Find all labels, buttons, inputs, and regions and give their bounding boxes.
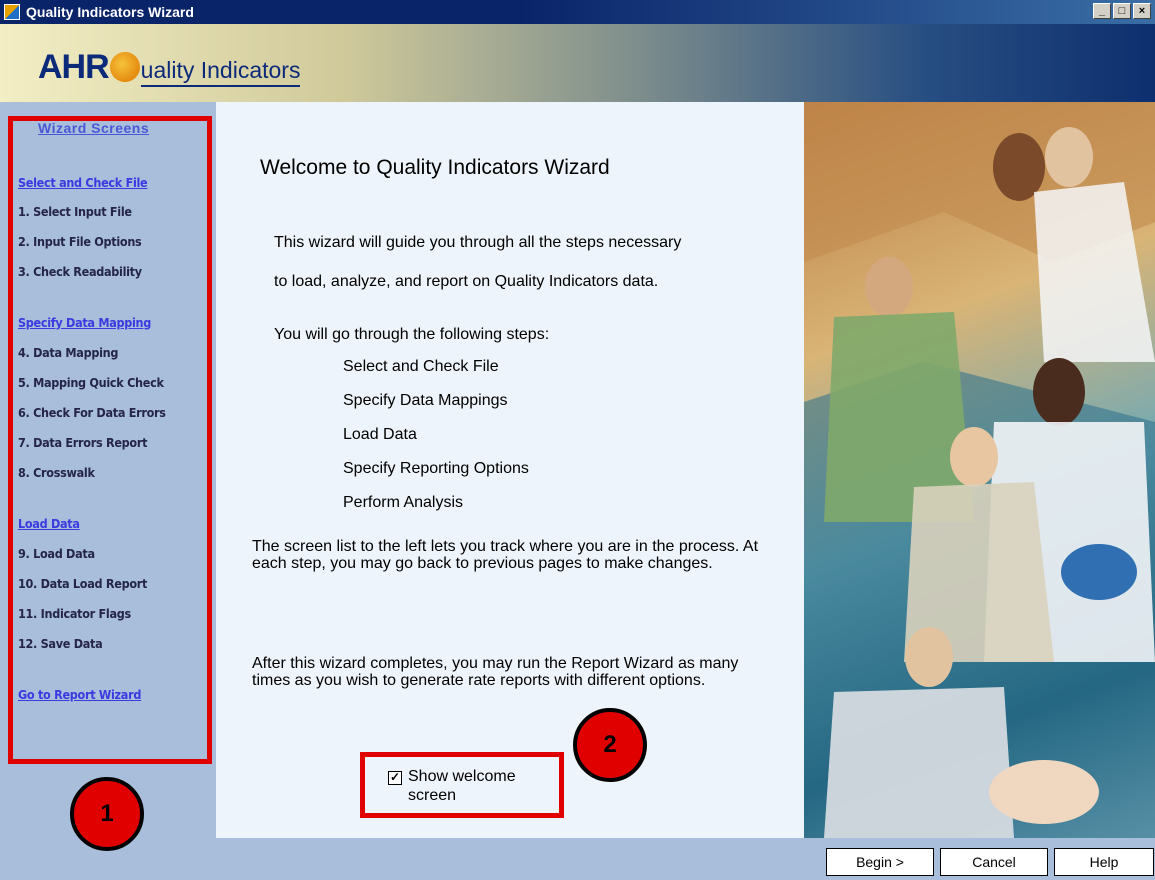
window-title: Quality Indicators Wizard [26, 4, 194, 20]
step-item: Load Data [343, 426, 417, 443]
help-button[interactable]: Help [1054, 848, 1154, 876]
logo-prefix: AHR [38, 48, 110, 86]
logo-q-icon [109, 52, 140, 82]
window-controls: _ □ × [1093, 3, 1151, 19]
step-item: Specify Reporting Options [343, 460, 529, 477]
maximize-button[interactable]: □ [1113, 3, 1131, 19]
report-wizard-text: After this wizard completes, you may run… [252, 655, 739, 689]
header-banner: AHR uality Indicators [0, 24, 1155, 102]
welcome-panel: Welcome to Quality Indicators Wizard Thi… [216, 102, 804, 838]
track-progress-text: The screen list to the left lets you tra… [252, 538, 759, 572]
callout-number-2: 2 [573, 708, 647, 782]
callout-number-1: 1 [70, 777, 144, 851]
minimize-button[interactable]: _ [1093, 3, 1111, 19]
step-item: Specify Data Mappings [343, 392, 508, 409]
close-button[interactable]: × [1133, 3, 1151, 19]
intro-line-1: This wizard will guide you through all t… [274, 234, 682, 251]
begin-button[interactable]: Begin > [826, 848, 934, 876]
step-item: Perform Analysis [343, 494, 464, 511]
illustration-graphic [804, 102, 1155, 838]
callout-box-2 [360, 752, 564, 818]
cancel-button[interactable]: Cancel [940, 848, 1048, 876]
app-icon [4, 4, 20, 20]
healthcare-illustration [804, 102, 1155, 838]
logo-text: uality Indicators [140, 57, 301, 87]
page-title: Welcome to Quality Indicators Wizard [260, 156, 610, 179]
ahrq-logo: AHR uality Indicators [38, 48, 301, 87]
callout-box-1 [8, 116, 212, 764]
intro-line-2: to load, analyze, and report on Quality … [274, 273, 659, 290]
steps-heading: You will go through the following steps: [274, 326, 550, 343]
step-item: Select and Check File [343, 358, 499, 375]
title-bar: Quality Indicators Wizard _ □ × [0, 0, 1155, 24]
